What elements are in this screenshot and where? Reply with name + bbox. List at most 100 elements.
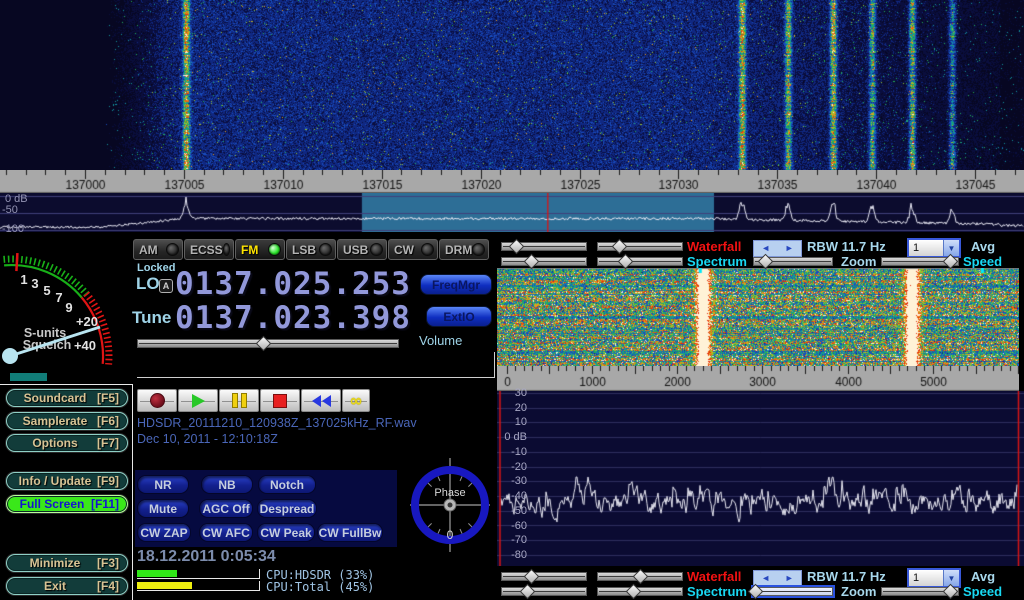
playback-position-bar — [137, 352, 495, 378]
led-indicator — [472, 243, 485, 256]
hdsdr-window: 0 dB -50 -100 1 3 5 7 9 +20 +40 S-units … — [0, 0, 1024, 600]
mode-button-usb[interactable]: USB — [337, 239, 387, 260]
squelch-level-bar[interactable] — [10, 373, 47, 381]
avg-label: Avg — [971, 239, 995, 254]
spectrum-lower-slider[interactable] — [597, 586, 683, 595]
af-waterfall-display[interactable] — [497, 268, 1019, 366]
s-meter-label-7: 7 — [55, 290, 62, 305]
rbw-decrease-icon[interactable]: ◄ — [761, 244, 770, 253]
speed-slider[interactable] — [881, 586, 959, 595]
rf-db-label-50: -50 — [2, 204, 18, 216]
led-indicator — [268, 243, 281, 256]
soundcard-button[interactable]: Soundcard[F5] — [6, 389, 128, 407]
spectrum-upper-slider[interactable] — [501, 586, 587, 595]
rbw-increase-icon[interactable]: ► — [785, 574, 794, 583]
zoom-slider[interactable] — [753, 256, 833, 265]
despread-button[interactable]: Despread — [258, 500, 316, 517]
avg-select[interactable]: 1▼ — [907, 568, 961, 588]
lo-label: LO — [136, 274, 160, 294]
mode-button-ecss[interactable]: ECSS — [184, 239, 234, 260]
s-meter-label-1: 1 — [20, 272, 27, 287]
led-indicator — [319, 243, 332, 256]
s-meter-limit-mark — [16, 253, 17, 271]
s-meter-label-5: 5 — [43, 283, 50, 298]
tune-frequency-value[interactable]: 0137.023.398 — [175, 300, 411, 336]
af-display-controls-top: Waterfall ◄► RBW 11.7 Hz 1▼ Avg Spectrum… — [497, 238, 1024, 268]
stop-button[interactable] — [260, 389, 300, 412]
rf-db-label-100: -100 — [2, 223, 24, 235]
rf-waterfall-display[interactable] — [0, 0, 1024, 170]
rbw-stepper[interactable]: ◄► — [753, 570, 802, 587]
recording-filename: HDSDR_20111210_120938Z_137025kHz_RF.wav — [137, 416, 417, 430]
cw-afc-button[interactable]: CW AFC — [200, 524, 252, 541]
led-indicator — [223, 243, 230, 256]
samplerate-button[interactable]: Samplerate[F6] — [6, 412, 128, 430]
rbw-decrease-icon[interactable]: ◄ — [761, 574, 770, 583]
nb-button[interactable]: NB — [202, 476, 252, 493]
waterfall-label: Waterfall — [687, 239, 741, 254]
zoom-label: Zoom — [841, 584, 876, 599]
lo-auto-badge[interactable]: A — [159, 279, 173, 293]
mode-button-am[interactable]: AM — [133, 239, 183, 260]
options-button[interactable]: Options[F7] — [6, 434, 128, 452]
notch-button[interactable]: Notch — [259, 476, 315, 493]
record-button[interactable] — [137, 389, 177, 412]
waterfall-lower-slider[interactable] — [597, 241, 683, 250]
spectrum-lower-slider[interactable] — [597, 256, 683, 265]
play-button[interactable] — [178, 389, 218, 412]
waterfall-lower-slider[interactable] — [597, 571, 683, 580]
cw-fullbw-button[interactable]: CW FullBw — [318, 524, 382, 541]
rbw-increase-icon[interactable]: ► — [785, 244, 794, 253]
phase-indicator: Phase 0 — [408, 458, 492, 552]
volume-slider[interactable] — [137, 338, 399, 347]
mode-button-cw[interactable]: CW — [388, 239, 438, 260]
rewind-button[interactable] — [301, 389, 341, 412]
speed-slider[interactable] — [881, 256, 959, 265]
af-spectrum-display[interactable] — [497, 391, 1024, 566]
spectrum-label: Spectrum — [687, 584, 747, 599]
loop-button[interactable]: ∞ — [342, 389, 370, 412]
extio-button[interactable]: ExtIO — [426, 306, 492, 327]
rbw-value: RBW 11.7 Hz — [807, 239, 886, 254]
info-update-button[interactable]: Info / Update[F9] — [6, 472, 128, 490]
lo-frequency-value[interactable]: 0137.025.253 — [175, 266, 411, 302]
pause-icon — [232, 393, 247, 408]
divider — [0, 384, 132, 385]
nr-button[interactable]: NR — [138, 476, 188, 493]
pause-button[interactable] — [219, 389, 259, 412]
minimize-button[interactable]: Minimize[F3] — [6, 554, 128, 572]
mute-button[interactable]: Mute — [138, 500, 188, 517]
waterfall-upper-slider[interactable] — [501, 571, 587, 580]
cw-peak-button[interactable]: CW Peak — [258, 524, 314, 541]
rewind-icon — [312, 395, 331, 407]
af-frequency-scale[interactable] — [497, 366, 1019, 391]
freqmgr-button[interactable]: FreqMgr — [420, 274, 492, 295]
avg-select[interactable]: 1▼ — [907, 238, 961, 258]
cpu-total-label: CPU:Total (45%) — [266, 580, 374, 594]
clock-display: 18.12.2011 0:05:34 — [137, 548, 276, 566]
agc-off-button[interactable]: AGC Off — [200, 500, 252, 517]
s-meter-pivot — [2, 348, 18, 364]
waterfall-upper-slider[interactable] — [501, 241, 587, 250]
zoom-slider[interactable] — [753, 586, 833, 595]
s-meter-label-p20: +20 — [76, 314, 98, 329]
zoom-label: Zoom — [841, 254, 876, 269]
mode-button-lsb[interactable]: LSB — [286, 239, 336, 260]
cpu-hdsdr-bar — [137, 569, 260, 579]
af-db-axis: 30 20 10 0 dB -10 -20 -30 -40 -50 -60 -7… — [497, 391, 537, 566]
spectrum-upper-slider[interactable] — [501, 256, 587, 265]
s-meter-label-p40: +40 — [74, 338, 96, 353]
mode-button-fm[interactable]: FM — [235, 239, 285, 260]
led-indicator — [370, 243, 383, 256]
rbw-stepper[interactable]: ◄► — [753, 240, 802, 257]
locked-status: Locked — [137, 262, 176, 274]
rbw-value: RBW 11.7 Hz — [807, 569, 886, 584]
loop-icon: ∞ — [349, 394, 362, 408]
rf-frequency-scale[interactable] — [0, 170, 1024, 193]
exit-button[interactable]: Exit[F4] — [6, 577, 128, 595]
dsp-panel: NR NB Notch Mute AGC Off Despread CW ZAP… — [135, 470, 397, 547]
mode-button-drm[interactable]: DRM — [439, 239, 489, 260]
fullscreen-button[interactable]: Full Screen[F11] — [6, 495, 128, 513]
rf-spectrum-display[interactable] — [0, 193, 1024, 232]
cw-zap-button[interactable]: CW ZAP — [138, 524, 190, 541]
